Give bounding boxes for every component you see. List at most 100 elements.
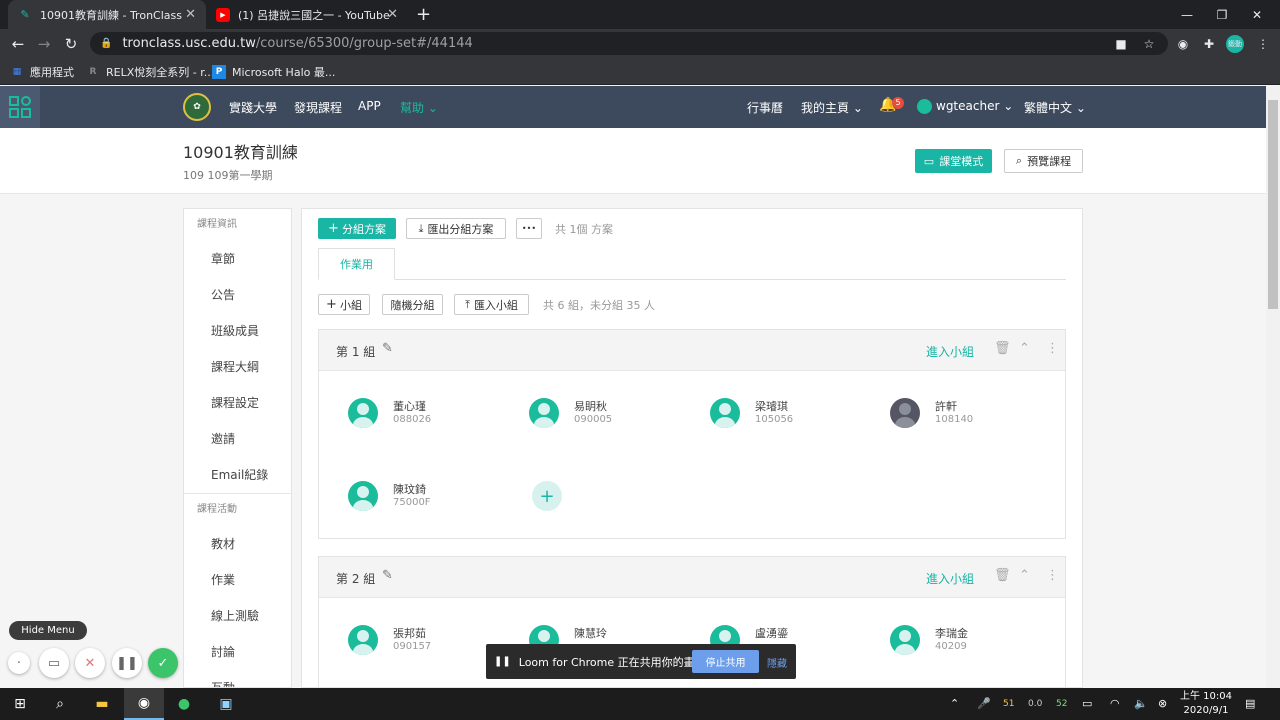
chevron-up-icon[interactable]: ⌃ bbox=[1019, 341, 1030, 356]
tab-homework-plan[interactable]: 作業用 bbox=[318, 248, 395, 280]
group-card: 第 1 組 ✎ 進入小組 🗑 ⌃ ⋮ 董心瑾 088026 易眀秋 090005… bbox=[318, 329, 1066, 539]
extension-record-icon[interactable]: ◉ bbox=[1174, 35, 1192, 53]
hide-button[interactable]: 隱藏 bbox=[767, 655, 787, 670]
back-button[interactable]: ← bbox=[8, 34, 28, 54]
chrome-icon[interactable]: ◉ bbox=[124, 688, 164, 720]
camera-icon[interactable]: ■ bbox=[1112, 35, 1130, 53]
member-item[interactable]: 董心瑾 088026 bbox=[348, 398, 508, 438]
drag-handle-icon[interactable]: ⋮ bbox=[1046, 568, 1059, 583]
close-icon[interactable]: ✕ bbox=[185, 7, 196, 22]
nav-help-label: 幫助 bbox=[400, 101, 425, 115]
add-group-plan-button[interactable]: + 分組方案 bbox=[318, 218, 396, 239]
member-name: 張邦茹 bbox=[393, 627, 426, 640]
import-group-button[interactable]: ⤒ 匯入小組 bbox=[454, 294, 529, 315]
sidebar-item-materials[interactable]: 教材 bbox=[184, 526, 291, 562]
sidebar-item-homework[interactable]: 作業 bbox=[184, 562, 291, 598]
sidebar-item-chapters[interactable]: 章節 bbox=[184, 241, 291, 277]
pause-recording-icon[interactable]: ❚❚ bbox=[112, 648, 142, 678]
system-clock[interactable]: 上午 10:04 2020/9/1 bbox=[1178, 690, 1234, 718]
preview-course-button[interactable]: ⌕ 預覽課程 bbox=[1004, 149, 1083, 173]
sidebar-item-syllabus[interactable]: 課程大綱 bbox=[184, 349, 291, 385]
member-item[interactable]: 李瑞金 40209 bbox=[890, 625, 1050, 665]
address-bar[interactable]: 🔒 tronclass.usc.edu.tw/course/65300/grou… bbox=[90, 32, 1168, 55]
add-subgroup-button[interactable]: + 小組 bbox=[318, 294, 370, 315]
member-item[interactable]: 張邦茹 090157 bbox=[348, 625, 508, 665]
bookmarks-bar: ▦ 應用程式 R RELX悅刻全系列 - r... P Microsoft Ha… bbox=[0, 58, 1280, 85]
trash-icon[interactable]: 🗑 bbox=[994, 341, 1011, 356]
scrollbar-thumb[interactable] bbox=[1268, 100, 1278, 309]
export-group-plan-button[interactable]: ⤓ 匯出分組方案 bbox=[406, 218, 506, 239]
page-scrollbar[interactable] bbox=[1266, 86, 1280, 688]
bookmark-relx[interactable]: R RELX悅刻全系列 - r... bbox=[86, 64, 215, 80]
sidebar-section-activities: 課程活動 bbox=[197, 504, 237, 515]
bookmark-star-icon[interactable]: ☆ bbox=[1140, 35, 1158, 53]
line-app-icon[interactable]: ● bbox=[164, 688, 204, 720]
volume-mute-icon[interactable]: 🔈 bbox=[1134, 697, 1148, 710]
chrome-menu-icon[interactable]: ⋮ bbox=[1254, 35, 1272, 53]
more-options-button[interactable]: ••• bbox=[516, 218, 542, 239]
sidebar-item-discussion[interactable]: 討論 bbox=[184, 634, 291, 670]
clock-date: 2020/9/1 bbox=[1183, 705, 1229, 716]
loom-menu-button[interactable]: · bbox=[8, 652, 30, 674]
tab-tronclass[interactable]: ✎ 10901教育訓練 - TronClass ✕ bbox=[8, 0, 206, 29]
nav-university[interactable]: 實踐大學 bbox=[229, 99, 277, 116]
sidebar-item-members[interactable]: 班級成員 bbox=[184, 313, 291, 349]
nav-app[interactable]: APP bbox=[358, 99, 381, 113]
school-logo[interactable]: ✿ bbox=[183, 93, 211, 121]
tab-youtube[interactable]: ▶ (1) 呂捷說三國之一 - YouTube ✕ bbox=[206, 0, 408, 29]
classroom-mode-button[interactable]: ▭ 課堂模式 bbox=[915, 149, 992, 173]
nav-discover-courses[interactable]: 發現課程 bbox=[294, 99, 342, 116]
bookmark-halo[interactable]: P Microsoft Halo 最... bbox=[212, 64, 335, 80]
wifi-icon[interactable]: ◠ bbox=[1110, 697, 1120, 710]
member-item[interactable]: 梁璿琪 105056 bbox=[710, 398, 870, 438]
extensions-puzzle-icon[interactable]: ✚ bbox=[1200, 35, 1218, 53]
windows-start-icon[interactable]: ⊞ bbox=[0, 688, 40, 720]
nav-help[interactable]: 幫助 ⌄ bbox=[400, 99, 438, 116]
cancel-recording-icon[interactable]: ✕ bbox=[75, 648, 105, 678]
sidebar-item-email-log[interactable]: Email紀錄 bbox=[184, 457, 291, 493]
nav-user[interactable]: wgteacher ⌄ bbox=[936, 99, 1013, 113]
edit-icon[interactable]: ✎ bbox=[382, 568, 393, 583]
enter-group-link[interactable]: 進入小組 bbox=[926, 570, 974, 587]
notification-center-icon[interactable]: ▤ bbox=[1245, 697, 1255, 710]
finish-recording-icon[interactable]: ✓ bbox=[148, 648, 178, 678]
drag-handle-icon[interactable]: ⋮ bbox=[1046, 341, 1059, 356]
reload-button[interactable]: ↻ bbox=[61, 34, 81, 54]
search-icon[interactable]: ⌕ bbox=[40, 688, 80, 720]
app-window-icon[interactable]: ▣ bbox=[206, 688, 246, 720]
file-explorer-icon[interactable]: ▬ bbox=[82, 688, 122, 720]
bookmark-apps[interactable]: ▦ 應用程式 bbox=[10, 64, 74, 80]
add-member-button[interactable]: + bbox=[532, 481, 562, 511]
sidebar-item-settings[interactable]: 課程設定 bbox=[184, 385, 291, 421]
sidebar-item-announcements[interactable]: 公告 bbox=[184, 277, 291, 313]
chevron-down-icon: ⌄ bbox=[1003, 99, 1014, 113]
app-switcher-icon[interactable] bbox=[0, 86, 40, 128]
edit-icon[interactable]: ✎ bbox=[382, 341, 393, 356]
member-item[interactable]: 陳玟錡 75000F bbox=[348, 481, 508, 521]
tray-close-icon[interactable]: ⊗ bbox=[1158, 697, 1167, 710]
sidebar-item-quiz[interactable]: 線上測驗 bbox=[184, 598, 291, 634]
microphone-icon[interactable]: 🎤 bbox=[977, 697, 991, 710]
new-tab-button[interactable]: + bbox=[416, 4, 431, 25]
nav-language[interactable]: 繁體中文 ⌄ bbox=[1024, 99, 1086, 116]
stop-sharing-button[interactable]: 停止共用 bbox=[692, 650, 759, 673]
member-item[interactable]: 許軒 108140 bbox=[890, 398, 1050, 438]
trash-icon[interactable]: 🗑 bbox=[994, 568, 1011, 583]
window-close-button[interactable]: ✕ bbox=[1234, 0, 1280, 29]
sidebar-item-invite[interactable]: 邀請 bbox=[184, 421, 291, 457]
enter-group-link[interactable]: 進入小組 bbox=[926, 343, 974, 360]
camera-toggle-icon[interactable]: ▭ bbox=[39, 648, 69, 678]
battery-icon[interactable]: ▭ bbox=[1082, 697, 1092, 710]
chevron-up-icon[interactable]: ⌃ bbox=[1019, 568, 1030, 583]
nav-my-home[interactable]: 我的主頁 ⌄ bbox=[801, 99, 863, 116]
close-icon[interactable]: ✕ bbox=[387, 7, 398, 22]
user-avatar[interactable] bbox=[917, 99, 932, 114]
member-id: 105056 bbox=[755, 414, 794, 425]
profile-avatar[interactable]: 鍛動 bbox=[1226, 35, 1244, 53]
nav-calendar[interactable]: 行事曆 bbox=[747, 99, 783, 116]
tray-chevron-icon[interactable]: ⌃ bbox=[950, 697, 959, 710]
member-item[interactable]: 易眀秋 090005 bbox=[529, 398, 689, 438]
forward-button[interactable]: → bbox=[34, 34, 54, 54]
random-group-button[interactable]: 隨機分組 bbox=[382, 294, 443, 315]
sidebar-item-interaction[interactable]: 互動 bbox=[184, 670, 291, 687]
